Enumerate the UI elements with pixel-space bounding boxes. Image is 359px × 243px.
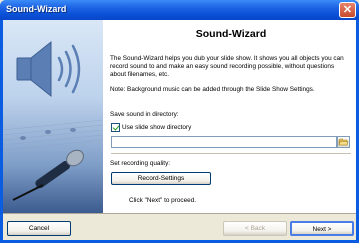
page-title: Sound-Wizard	[195, 28, 267, 40]
use-slideshow-directory-row[interactable]: Use slide show directory	[111, 123, 191, 132]
directory-input[interactable]	[111, 136, 337, 148]
section-divider	[111, 153, 351, 154]
sound-wizard-window: Sound-Wizard ✕ Sound-Wizard The Sound-Wi…	[0, 0, 359, 243]
speaker-icon	[3, 40, 103, 201]
recording-quality-label: Set recording quality:	[110, 160, 171, 167]
record-settings-button[interactable]: Record-Settings	[111, 172, 211, 185]
use-slideshow-directory-checkbox[interactable]	[111, 123, 120, 132]
back-button[interactable]: < Back	[223, 221, 287, 236]
wizard-content: Sound-Wizard The Sound-Wizard helps you …	[3, 20, 356, 213]
wizard-banner	[3, 20, 103, 213]
title-bar[interactable]: Sound-Wizard ✕	[0, 0, 359, 20]
proceed-hint: Click "Next" to proceed.	[129, 197, 197, 204]
browse-button[interactable]	[337, 136, 350, 148]
close-icon: ✕	[342, 4, 353, 16]
window-title: Sound-Wizard	[6, 4, 67, 14]
save-directory-label: Save sound in directory:	[110, 111, 179, 118]
folder-icon	[338, 138, 349, 146]
background-music-note: Note: Background music can be added thro…	[110, 86, 315, 93]
next-button[interactable]: Next >	[290, 221, 354, 236]
use-slideshow-directory-label[interactable]: Use slide show directory	[122, 124, 191, 131]
cancel-button[interactable]: Cancel	[7, 221, 71, 236]
footer-divider	[3, 213, 356, 214]
wizard-description: The Sound-Wizard helps you dub your slid…	[110, 55, 344, 78]
close-button[interactable]: ✕	[339, 2, 356, 18]
dialog-client: Sound-Wizard The Sound-Wizard helps you …	[3, 20, 356, 240]
